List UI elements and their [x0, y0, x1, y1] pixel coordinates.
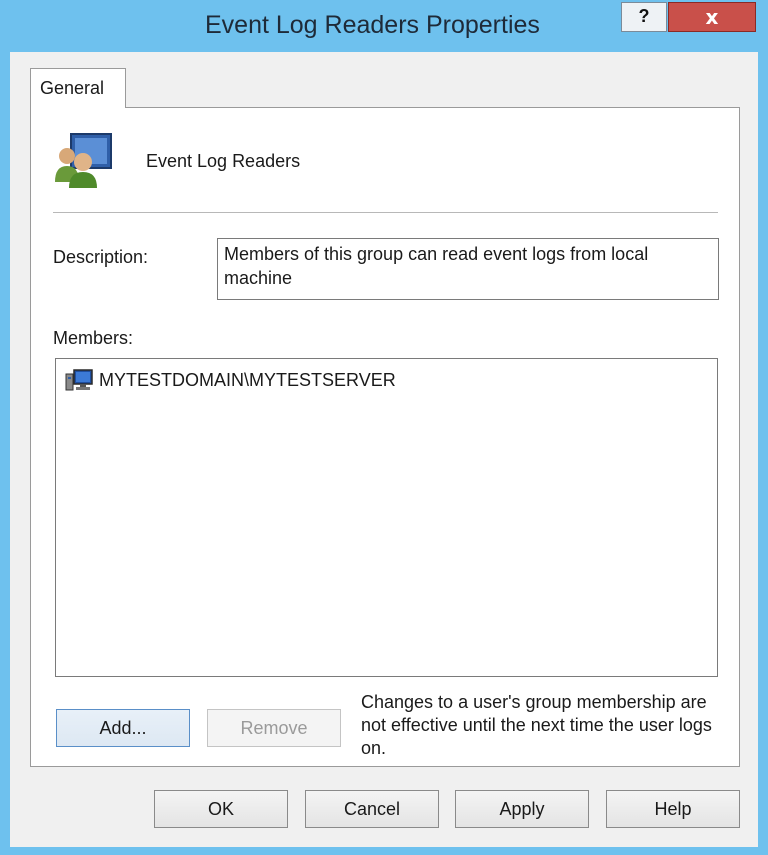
window-title: Event Log Readers Properties: [205, 11, 540, 39]
tab-general[interactable]: General: [30, 68, 126, 108]
member-name: MYTESTDOMAIN\MYTESTSERVER: [99, 369, 396, 390]
dialog-body: General Event Log Readers Description: M…: [10, 52, 758, 847]
description-label: Description:: [53, 247, 149, 267]
help-icon[interactable]: ?: [621, 2, 667, 32]
users-group-icon: [55, 133, 112, 188]
members-list[interactable]: MYTESTDOMAIN\MYTESTSERVER: [55, 358, 718, 677]
members-label: Members:: [53, 328, 134, 348]
description-field[interactable]: Members of this group can read event log…: [217, 238, 719, 300]
remove-button[interactable]: Remove: [207, 709, 341, 747]
separator: [53, 212, 718, 213]
help-button[interactable]: Help: [606, 790, 740, 828]
add-button[interactable]: Add...: [56, 709, 190, 747]
membership-note: Changes to a user's group membership are…: [361, 692, 712, 758]
properties-dialog: Event Log Readers Properties ? x General…: [0, 0, 768, 855]
close-button[interactable]: x: [668, 2, 756, 32]
general-tab-panel: Event Log Readers Description: Members o…: [30, 107, 740, 767]
ok-button[interactable]: OK: [154, 790, 288, 828]
cancel-button[interactable]: Cancel: [305, 790, 439, 828]
list-item[interactable]: MYTESTDOMAIN\MYTESTSERVER: [64, 367, 396, 393]
close-icon: x: [705, 5, 719, 29]
apply-button[interactable]: Apply: [455, 790, 589, 828]
group-name: Event Log Readers: [146, 151, 301, 171]
title-bar[interactable]: Event Log Readers Properties ? x: [0, 0, 768, 52]
computer-account-icon: [65, 369, 93, 391]
